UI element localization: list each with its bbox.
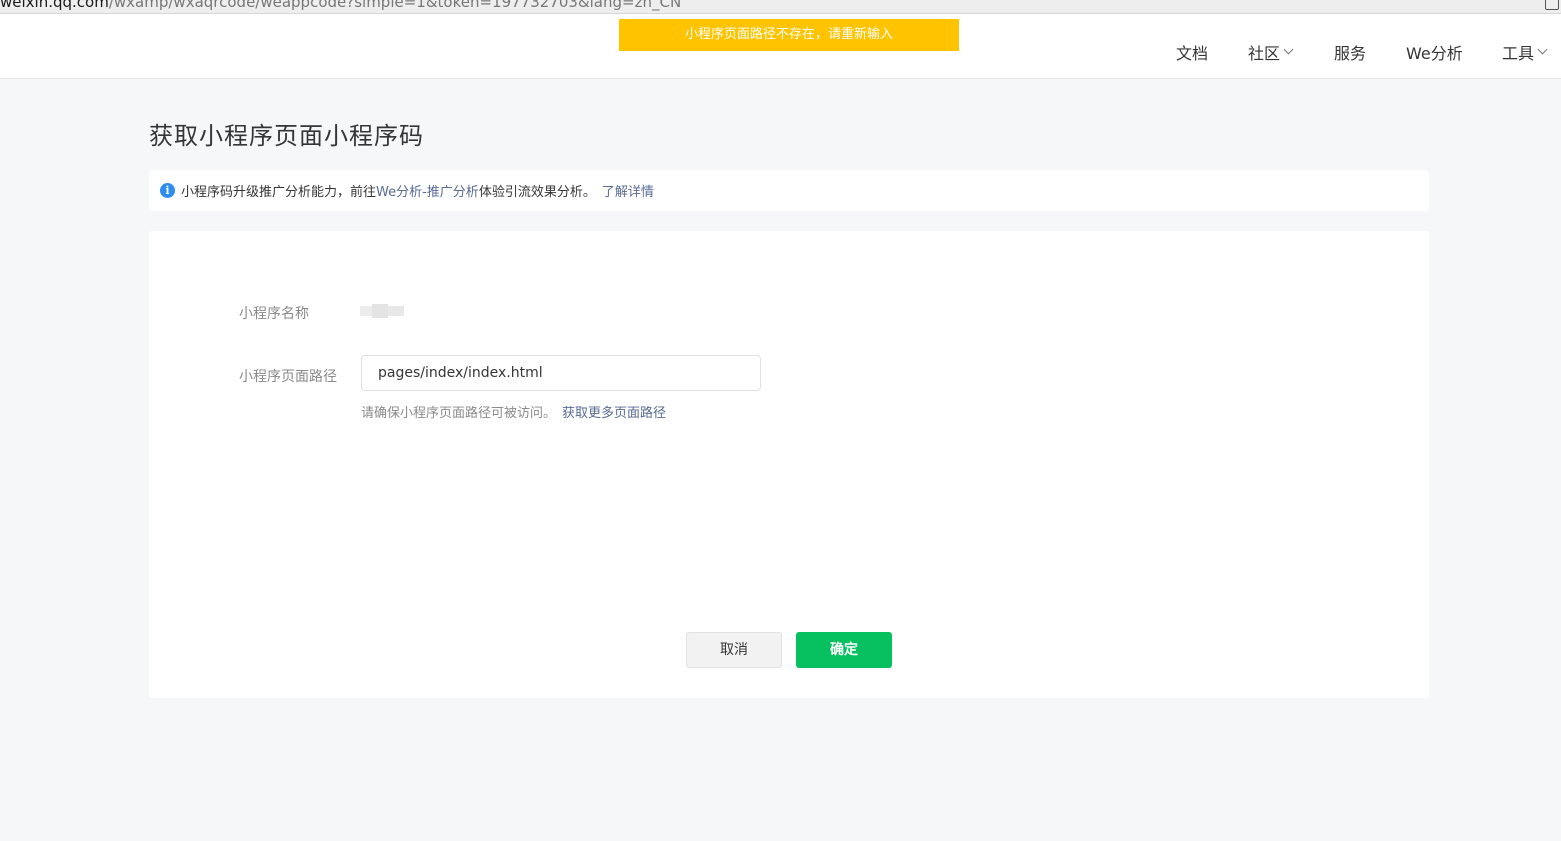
info-icon: i	[160, 183, 175, 198]
chevron-down-icon	[1537, 44, 1548, 55]
confirm-button[interactable]: 确定	[796, 632, 892, 668]
error-toast: 小程序页面路径不存在，请重新输入	[619, 19, 959, 51]
form-card: 小程序名称 小程序页面路径 请确保小程序页面路径可被访问。获取更多页面路径 取消…	[149, 231, 1429, 698]
notice-text-after: 体验引流效果分析。	[478, 185, 596, 200]
nav-label: 社区	[1248, 44, 1281, 63]
mini-program-name-redacted	[360, 304, 405, 318]
nav-label: 服务	[1334, 44, 1367, 63]
path-hint: 请确保小程序页面路径可被访问。 获取更多页面路径	[361, 402, 666, 421]
more-paths-link[interactable]: 获取更多页面路径	[562, 406, 666, 421]
nav-item-docs[interactable]: 文档	[1176, 40, 1208, 64]
notice-banner: i 小程序码升级推广分析能力，前往 We分析-推广分析 体验引流效果分析。 了解…	[149, 170, 1429, 211]
path-hint-text: 请确保小程序页面路径可被访问。	[361, 406, 557, 421]
nav-label: 工具	[1502, 44, 1535, 63]
share-icon[interactable]	[1545, 0, 1559, 10]
url-path: /wxamp/wxaqrcode/weappcode?simple=1&toke…	[108, 0, 682, 11]
notice-text: 小程序码升级推广分析能力，前往	[181, 185, 377, 200]
nav-item-community[interactable]: 社区	[1248, 40, 1294, 64]
url-host: weixin.qq.com	[0, 0, 109, 11]
learn-more-link[interactable]: 了解详情	[602, 181, 654, 200]
browser-url[interactable]: weixin.qq.com/wxamp/wxaqrcode/weappcode?…	[0, 0, 681, 11]
page-title: 获取小程序页面小程序码	[149, 122, 424, 150]
cancel-button[interactable]: 取消	[686, 632, 782, 668]
name-label: 小程序名称	[239, 306, 309, 322]
browser-address-bar[interactable]: weixin.qq.com/wxamp/wxaqrcode/weappcode?…	[0, 0, 1561, 14]
nav-item-services[interactable]: 服务	[1334, 40, 1366, 64]
we-analysis-link[interactable]: We分析-推广分析	[376, 181, 479, 200]
nav-label: We分析	[1406, 44, 1463, 63]
chevron-down-icon	[1283, 44, 1294, 55]
path-label: 小程序页面路径	[239, 369, 337, 385]
nav-item-tools[interactable]: 工具	[1502, 40, 1548, 64]
nav-label: 文档	[1176, 44, 1209, 63]
nav-item-we-analysis[interactable]: We分析	[1406, 40, 1463, 64]
page-path-input[interactable]	[361, 355, 761, 391]
